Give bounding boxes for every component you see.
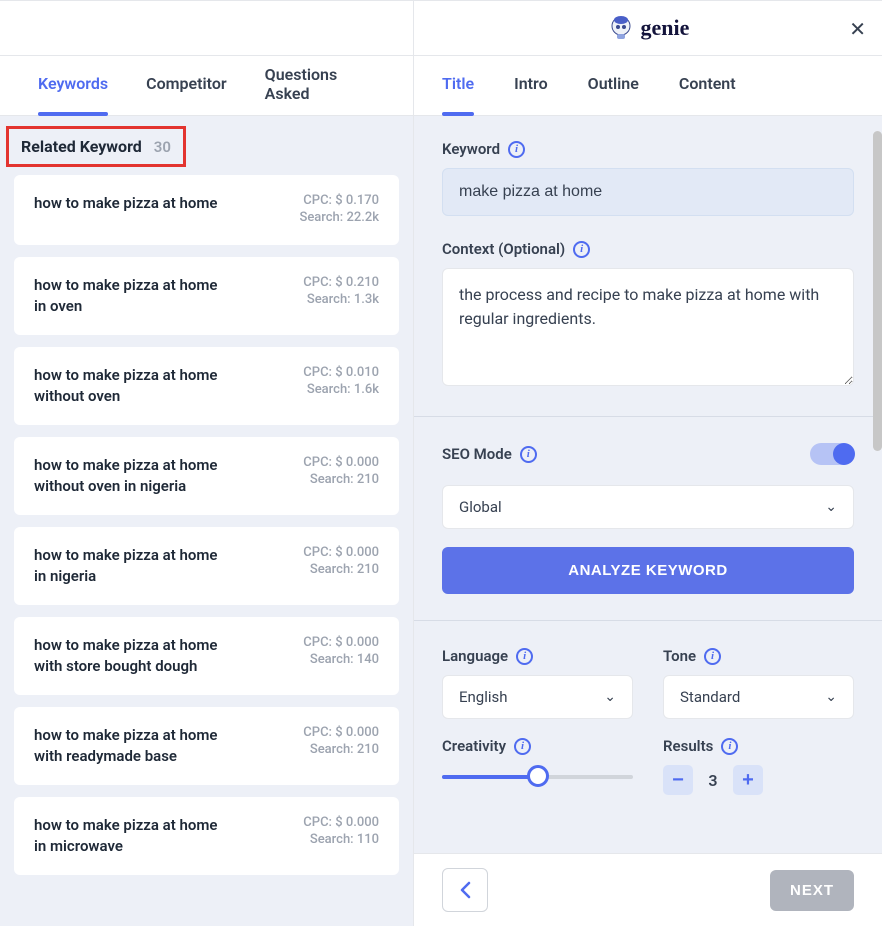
results-stepper: − 3 + — [663, 765, 854, 795]
keyword-card[interactable]: how to make pizza at home with store bou… — [14, 617, 399, 695]
info-icon[interactable]: i — [516, 648, 533, 665]
divider — [414, 416, 882, 417]
keyword-card[interactable]: how to make pizza at home in nigeria CPC:… — [14, 527, 399, 605]
related-keyword-count: 30 — [154, 138, 171, 156]
right-tabs: Title Intro Outline Content — [414, 56, 882, 116]
brand-logo: genie — [607, 14, 690, 42]
tab-title[interactable]: Title — [442, 74, 474, 97]
keyword-card[interactable]: how to make pizza at home without oven i… — [14, 437, 399, 515]
keyword-meta: CPC: $ 0.210Search: 1.3k — [303, 275, 379, 317]
keyword-text: how to make pizza at home in oven — [34, 275, 229, 317]
back-button[interactable] — [442, 868, 488, 912]
seo-mode-toggle[interactable] — [810, 443, 854, 465]
context-label: Context (Optional) i — [442, 240, 854, 258]
keyword-meta: CPC: $ 0.000Search: 140 — [303, 635, 379, 677]
stepper-plus-button[interactable]: + — [733, 765, 763, 795]
keyword-card[interactable]: how to make pizza at home CPC: $ 0.170Sea… — [14, 175, 399, 245]
context-label-text: Context (Optional) — [442, 240, 565, 258]
keyword-text: how to make pizza at home with readymade… — [34, 725, 229, 767]
tone-select[interactable]: Standard ⌄ — [663, 675, 854, 719]
keyword-text: how to make pizza at home without oven i… — [34, 455, 229, 497]
keyword-text: how to make pizza at home without oven — [34, 365, 229, 407]
creativity-slider[interactable] — [442, 775, 633, 779]
creativity-label: Creativity i — [442, 737, 633, 755]
tab-questions-asked[interactable]: Questions Asked — [265, 65, 375, 107]
left-tabs: Keywords Competitor Questions Asked — [0, 56, 413, 116]
tab-keywords[interactable]: Keywords — [38, 74, 108, 97]
tone-value: Standard — [680, 688, 740, 706]
keyword-card[interactable]: how to make pizza at home with readymade… — [14, 707, 399, 785]
keyword-meta: CPC: $ 0.010Search: 1.6k — [303, 365, 379, 407]
footer-bar: NEXT — [414, 853, 882, 926]
analyze-keyword-button[interactable]: ANALYZE KEYWORD — [442, 547, 854, 594]
chevron-down-icon: ⌄ — [825, 689, 837, 705]
language-value: English — [459, 688, 508, 706]
results-label: Results i — [663, 737, 854, 755]
related-keyword-header: Related Keyword 30 — [6, 126, 186, 167]
keyword-card[interactable]: how to make pizza at home without oven CP… — [14, 347, 399, 425]
keyword-text: how to make pizza at home in microwave — [34, 815, 229, 857]
region-select[interactable]: Global ⌄ — [442, 485, 854, 529]
divider — [414, 620, 882, 621]
keyword-text: how to make pizza at home with store bou… — [34, 635, 229, 677]
chevron-down-icon: ⌄ — [604, 689, 616, 705]
stepper-minus-button[interactable]: − — [663, 765, 693, 795]
keyword-card[interactable]: how to make pizza at home in oven CPC: $ … — [14, 257, 399, 335]
related-keywords-list[interactable]: how to make pizza at home CPC: $ 0.170Sea… — [0, 167, 413, 926]
brand-name: genie — [641, 15, 690, 41]
info-icon[interactable]: i — [573, 241, 590, 258]
context-textarea[interactable] — [442, 268, 854, 386]
keyword-meta: CPC: $ 0.000Search: 110 — [303, 815, 379, 857]
scrollbar[interactable] — [873, 131, 882, 451]
slider-thumb[interactable] — [527, 765, 549, 787]
results-value: 3 — [693, 771, 733, 790]
keyword-meta: CPC: $ 0.000Search: 210 — [303, 545, 379, 587]
results-label-text: Results — [663, 737, 713, 755]
seo-mode-label: SEO Mode i — [442, 445, 537, 463]
info-icon[interactable]: i — [721, 738, 738, 755]
info-icon[interactable]: i — [704, 648, 721, 665]
creativity-label-text: Creativity — [442, 737, 506, 755]
tab-competitor[interactable]: Competitor — [146, 74, 227, 97]
related-keyword-title: Related Keyword — [21, 137, 142, 156]
keyword-meta: CPC: $ 0.170Search: 22.2k — [299, 193, 379, 227]
seo-label-text: SEO Mode — [442, 445, 512, 463]
info-icon[interactable]: i — [514, 738, 531, 755]
next-button[interactable]: NEXT — [770, 870, 854, 911]
keyword-label: Keyword i — [442, 140, 854, 158]
keyword-input[interactable] — [442, 168, 854, 216]
keyword-meta: CPC: $ 0.000Search: 210 — [303, 455, 379, 497]
tab-content[interactable]: Content — [679, 74, 736, 97]
region-value: Global — [459, 498, 502, 516]
chevron-left-icon — [459, 881, 471, 899]
language-label-text: Language — [442, 647, 508, 665]
tone-label: Tone i — [663, 647, 854, 665]
info-icon[interactable]: i — [508, 141, 525, 158]
info-icon[interactable]: i — [520, 446, 537, 463]
tone-label-text: Tone — [663, 647, 696, 665]
keyword-text: how to make pizza at home — [34, 193, 217, 227]
keyword-meta: CPC: $ 0.000Search: 210 — [303, 725, 379, 767]
tab-outline[interactable]: Outline — [588, 74, 639, 97]
language-label: Language i — [442, 647, 633, 665]
tab-intro[interactable]: Intro — [514, 74, 548, 97]
language-select[interactable]: English ⌄ — [442, 675, 633, 719]
genie-icon — [607, 14, 635, 42]
chevron-down-icon: ⌄ — [825, 499, 837, 515]
keyword-card[interactable]: how to make pizza at home in microwave CP… — [14, 797, 399, 875]
keyword-text: how to make pizza at home in nigeria — [34, 545, 229, 587]
close-button[interactable]: ✕ — [849, 17, 866, 42]
keyword-label-text: Keyword — [442, 140, 500, 158]
